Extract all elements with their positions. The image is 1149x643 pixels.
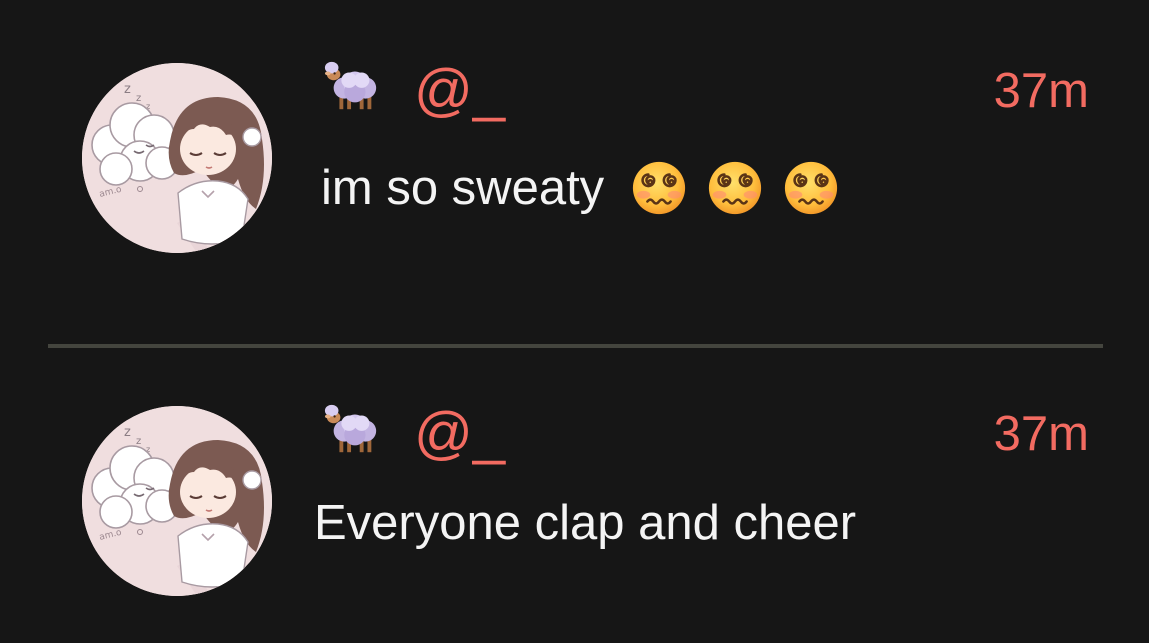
post-body: Everyone clap and cheer	[314, 493, 856, 553]
post-divider	[48, 344, 1103, 348]
avatar[interactable]	[82, 63, 272, 253]
emoji-group	[630, 159, 840, 217]
post-text: Everyone clap and cheer	[314, 496, 857, 550]
sleeping-girl-avatar-image	[82, 63, 272, 253]
sleeping-girl-avatar-image	[82, 406, 272, 596]
post-timestamp[interactable]: 37m	[994, 403, 1089, 465]
post[interactable]: @_ 37m Everyone clap and cheer	[0, 398, 1149, 598]
dizzy-face-icon	[706, 159, 764, 217]
user-handle-link[interactable]: @_	[414, 403, 505, 465]
post-body: im so sweaty	[321, 158, 840, 218]
post-timestamp[interactable]: 37m	[994, 60, 1089, 122]
dizzy-face-icon	[782, 159, 840, 217]
post-text: im so sweaty	[321, 161, 605, 215]
avatar[interactable]	[82, 406, 272, 596]
user-handle-link[interactable]: @_	[414, 60, 505, 122]
sheep-icon	[323, 57, 381, 115]
post[interactable]: @_ 37m im so sweaty	[0, 55, 1149, 255]
sheep-icon	[323, 400, 381, 458]
dizzy-face-icon	[630, 159, 688, 217]
